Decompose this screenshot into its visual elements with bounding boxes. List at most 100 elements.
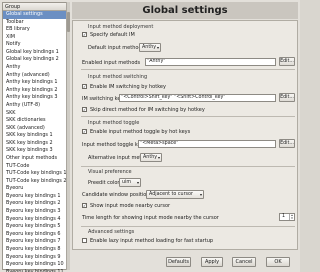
sidebar-item[interactable]: Anthy (advanced) xyxy=(3,72,67,80)
checkmark-icon: ✓ xyxy=(83,203,87,208)
cancel-button[interactable]: Cancel xyxy=(232,257,256,267)
sidebar-item[interactable]: Global key bindings 2 xyxy=(3,56,67,64)
divider xyxy=(81,166,295,167)
enabled-im-edit-button[interactable]: Edit... xyxy=(279,57,295,66)
sidebar-item[interactable]: SKK dictionaries xyxy=(3,117,67,125)
sidebar-item[interactable]: Byeoru key bindings 8 xyxy=(3,246,67,254)
im-switching-key-label: IM switching key xyxy=(82,96,124,102)
im-switching-key-field[interactable]: "<Control>Shift_key" "<Shift>Control_key… xyxy=(119,94,276,102)
sidebar-item[interactable]: XIM xyxy=(3,34,67,42)
sidebar-item[interactable]: Anthy (UTF-8) xyxy=(3,102,67,110)
visual-group-label: Visual preference xyxy=(88,169,132,175)
time-length-spinner[interactable]: 1 ▴ ▾ xyxy=(279,213,295,221)
toggle-key-field[interactable]: "<Meta>space" xyxy=(138,140,276,148)
candidate-window-select[interactable]: Adjacent to cursor ▾ xyxy=(146,190,204,199)
sidebar-item[interactable]: Toolbar xyxy=(3,19,67,27)
sidebar-item[interactable]: Anthy key bindings 2 xyxy=(3,87,67,95)
spinner-arrows-icon[interactable]: ▴ ▾ xyxy=(289,214,294,220)
sidebar-item[interactable]: Byeoru key bindings 11 xyxy=(3,269,67,272)
preedit-color-label: Preedit color xyxy=(88,180,120,186)
sidebar-item[interactable]: SKK key bindings 3 xyxy=(3,147,67,155)
show-input-mode-label: Show input mode nearby cursor xyxy=(90,203,171,209)
deployment-group-label: Input method deployment xyxy=(88,24,154,30)
lazy-loading-label: Enable lazy input method loading for fas… xyxy=(90,238,214,244)
specify-default-im-label: Specify default IM xyxy=(90,32,135,38)
enable-toggle-label: Enable input method toggle by hot keys xyxy=(90,129,191,135)
ok-button[interactable]: OK xyxy=(266,257,290,267)
show-input-mode-checkbox[interactable]: ✓ xyxy=(82,203,87,208)
sidebar-item[interactable]: SKK key bindings 2 xyxy=(3,140,67,148)
sidebar-item[interactable]: Anthy key bindings 3 xyxy=(3,94,67,102)
sidebar-item[interactable]: SKK (advanced) xyxy=(3,125,67,133)
default-im-value: Anthy xyxy=(142,45,157,50)
candidate-window-label: Candidate window position xyxy=(82,192,150,198)
group-list-header: Group xyxy=(3,3,67,11)
sidebar-item[interactable]: Notify xyxy=(3,41,67,49)
divider xyxy=(81,226,295,227)
chevron-down-icon: ▾ xyxy=(199,192,202,197)
sidebar-item[interactable]: Byeoru key bindings 4 xyxy=(3,216,67,224)
checkmark-icon: ✓ xyxy=(83,129,87,134)
enabled-im-field[interactable]: "Anthy" xyxy=(145,58,276,66)
im-switching-key-edit-button[interactable]: Edit... xyxy=(279,93,295,102)
preedit-color-select[interactable]: uim ▾ xyxy=(119,178,141,187)
default-im-label: Default input method xyxy=(88,45,142,51)
default-im-select[interactable]: Anthy ▾ xyxy=(139,43,161,52)
enabled-im-label: Enabled input methods xyxy=(82,60,141,66)
defaults-button[interactable]: Defaults xyxy=(166,257,191,267)
alternative-im-value: Anthy xyxy=(143,155,158,160)
divider xyxy=(81,69,295,70)
checkmark-icon: ✓ xyxy=(83,107,87,112)
sidebar-item[interactable]: SKK xyxy=(3,110,67,118)
toggle-group-label: Input method toggle xyxy=(88,120,140,126)
group-list: Group Global settings Toolbar EB library XI… xyxy=(2,2,68,272)
sidebar-item[interactable]: Byeoru xyxy=(3,185,67,193)
sidebar-item[interactable]: Byeoru key bindings 9 xyxy=(3,254,67,262)
sidebar-item[interactable]: Byeoru key bindings 6 xyxy=(3,231,67,239)
sidebar-item[interactable]: Byeoru key bindings 10 xyxy=(3,261,67,269)
checkmark-icon: ✓ xyxy=(83,32,87,37)
candidate-window-value: Adjacent to cursor xyxy=(149,192,193,197)
sidebar-item[interactable]: Global settings xyxy=(3,11,67,19)
time-length-value: 1 xyxy=(282,214,286,219)
apply-button[interactable]: Apply xyxy=(201,257,223,267)
preedit-color-value: uim xyxy=(122,180,132,185)
sidebar-item[interactable]: Byeoru key bindings 5 xyxy=(3,223,67,231)
enable-toggle-checkbox[interactable]: ✓ xyxy=(82,129,87,134)
toggle-key-edit-button[interactable]: Edit... xyxy=(279,139,295,148)
advanced-group-label: Advanced settings xyxy=(88,229,135,235)
sidebar-item[interactable]: Other input methods xyxy=(3,155,67,163)
group-list-items: Global settings Toolbar EB library XIM Notif… xyxy=(3,11,67,272)
sidebar-item[interactable]: Anthy xyxy=(3,64,67,72)
sidebar-item[interactable]: TUT-Code key bindings 1 xyxy=(3,170,67,178)
page-title: Global settings xyxy=(72,2,298,19)
sidebar-item[interactable]: EB library xyxy=(3,26,67,34)
group-list-scrollbar[interactable] xyxy=(66,2,70,270)
divider xyxy=(81,116,295,117)
sidebar-item[interactable]: Byeoru key bindings 1 xyxy=(3,193,67,201)
sidebar-item[interactable]: Byeoru key bindings 3 xyxy=(3,208,67,216)
enable-im-switching-label: Enable IM switching by hotkey xyxy=(90,84,166,90)
lazy-loading-checkbox[interactable] xyxy=(82,238,87,243)
switching-group-label: Input method switching xyxy=(88,74,148,80)
enable-im-switching-checkbox[interactable]: ✓ xyxy=(82,84,87,89)
skip-direct-method-checkbox[interactable]: ✓ xyxy=(82,107,87,112)
chevron-down-icon: ▾ xyxy=(157,155,160,160)
sidebar-item[interactable]: TUT-Code xyxy=(3,163,67,171)
sidebar-item[interactable]: Anthy key bindings 1 xyxy=(3,79,67,87)
alternative-im-select[interactable]: Anthy ▾ xyxy=(140,153,162,162)
specify-default-im-checkbox[interactable]: ✓ xyxy=(82,32,87,37)
skip-direct-method-label: Skip direct method for IM switching by h… xyxy=(90,107,205,113)
sidebar-item[interactable]: TUT-Code key bindings 2 xyxy=(3,178,67,186)
chevron-down-icon: ▾ xyxy=(156,45,159,50)
sidebar-item[interactable]: SKK key bindings 1 xyxy=(3,132,67,140)
sidebar-item[interactable]: Byeoru key bindings 7 xyxy=(3,238,67,246)
settings-content: Input method deployment ✓ Specify defaul… xyxy=(72,20,298,250)
sidebar-item[interactable]: Global key bindings 1 xyxy=(3,49,67,57)
checkmark-icon: ✓ xyxy=(83,84,87,89)
chevron-down-icon: ▾ xyxy=(136,180,139,185)
toggle-key-label: Input method toggle key xyxy=(82,142,144,148)
time-length-label: Time length for showing input mode nearb… xyxy=(82,215,219,221)
scrollbar-thumb[interactable] xyxy=(67,12,70,32)
sidebar-item[interactable]: Byeoru key bindings 2 xyxy=(3,200,67,208)
